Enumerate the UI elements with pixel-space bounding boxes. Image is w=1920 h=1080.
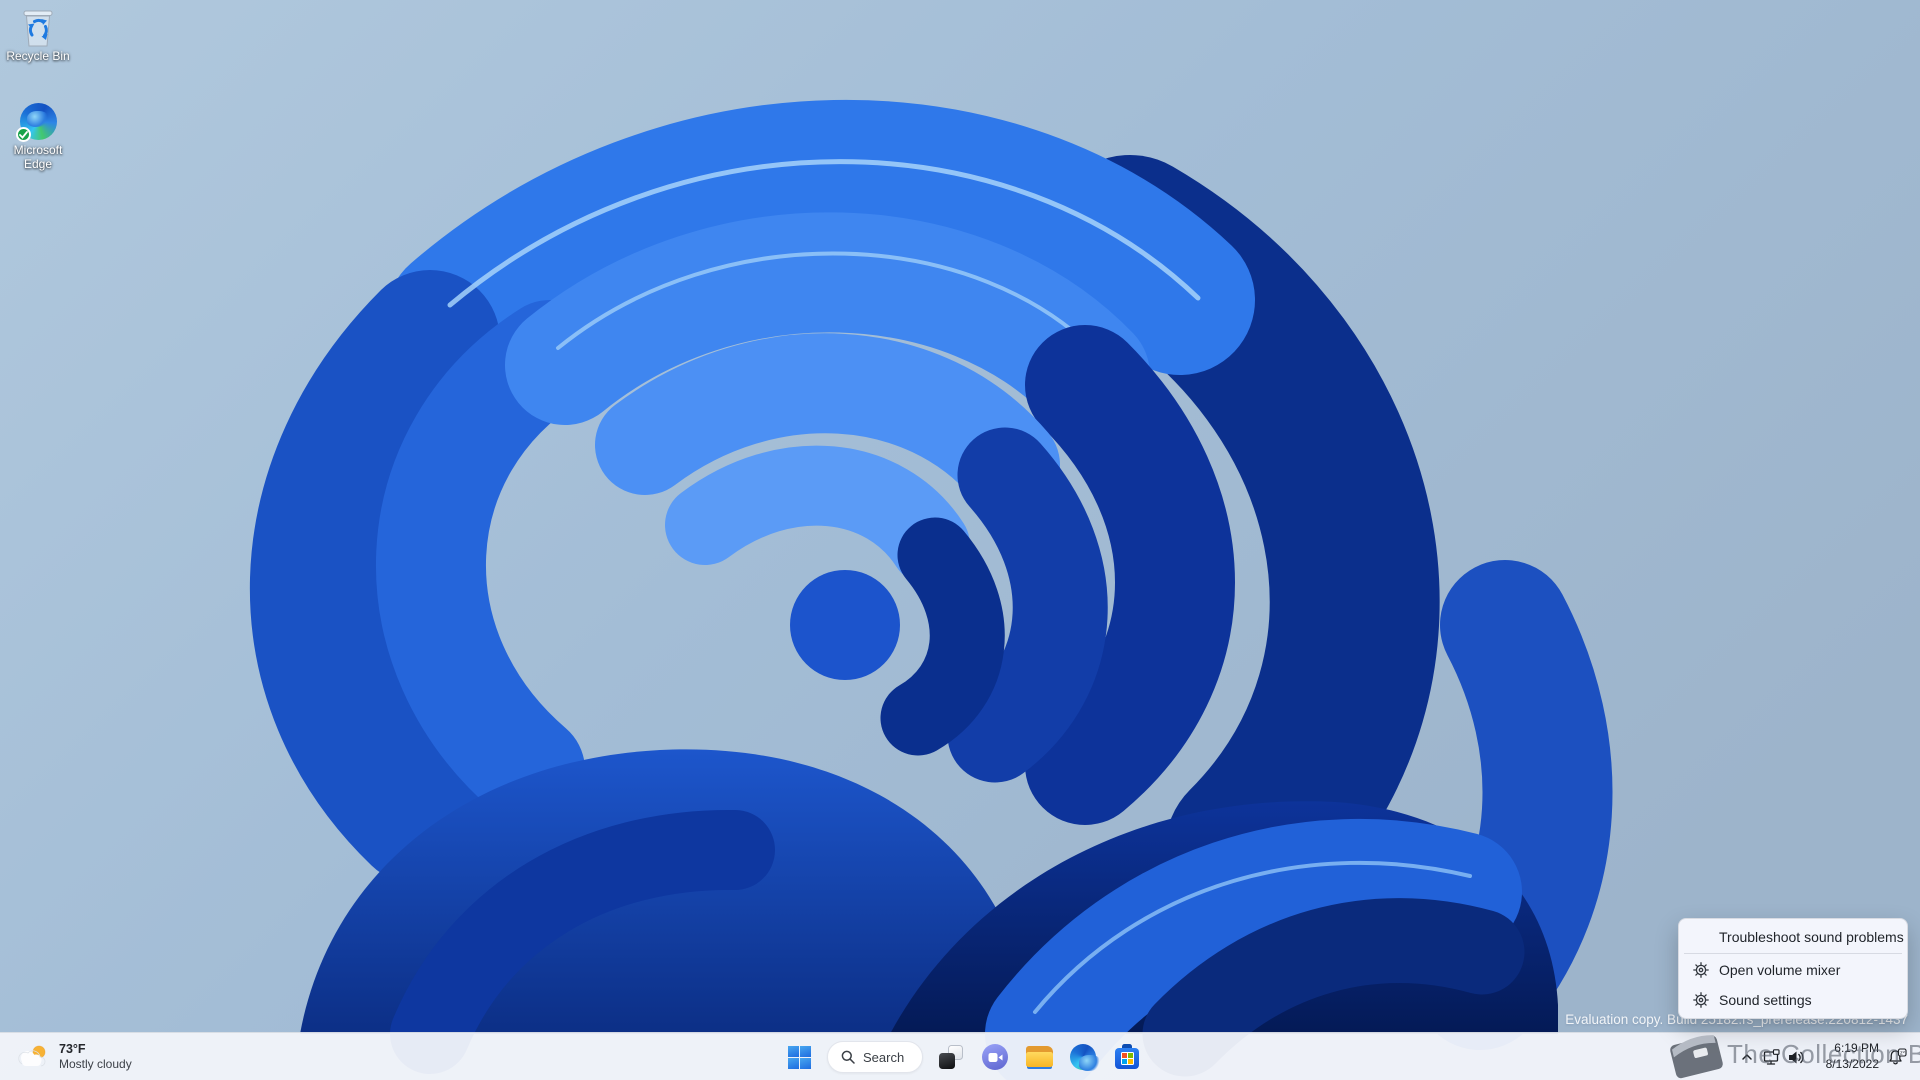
sound-context-menu: Troubleshoot sound problems Open volume … — [1678, 918, 1908, 1019]
menu-item-label: Sound settings — [1719, 992, 1812, 1008]
microsoft-store-button[interactable] — [1107, 1037, 1147, 1077]
task-view-icon — [939, 1045, 963, 1069]
task-view-button[interactable] — [931, 1037, 971, 1077]
chevron-up-icon — [1742, 1054, 1752, 1060]
desktop-icon-recycle-bin[interactable]: Recycle Bin — [0, 6, 76, 64]
search-icon — [841, 1050, 855, 1064]
file-explorer-icon — [1025, 1045, 1053, 1069]
tray-time: 6:19 PM — [1834, 1041, 1879, 1056]
search-label: Search — [863, 1049, 905, 1065]
menu-item-label: Troubleshoot sound problems — [1719, 929, 1904, 945]
tray-date: 8/13/2022 — [1825, 1057, 1879, 1071]
system-tray: 6:19 PM 8/13/2022 z z — [1735, 1033, 1910, 1080]
svg-text:z: z — [1903, 1050, 1905, 1054]
edge-icon — [16, 100, 58, 142]
desktop-icon-label: Microsoft Edge — [13, 143, 63, 171]
menu-item-sound-settings[interactable]: Sound settings — [1682, 985, 1904, 1015]
search-box[interactable]: Search — [827, 1041, 923, 1073]
weather-condition: Mostly cloudy — [59, 1057, 132, 1072]
volume-icon — [1789, 1051, 1804, 1063]
windows-start-icon — [787, 1045, 811, 1069]
menu-divider — [1684, 953, 1902, 954]
chat-camera-icon — [982, 1044, 1008, 1070]
menu-item-label: Open volume mixer — [1719, 962, 1841, 978]
recycle-bin-icon — [18, 6, 58, 48]
do-not-disturb-bell-icon: z z — [1889, 1047, 1907, 1064]
sun-behind-cloud-icon — [18, 1045, 46, 1067]
widgets-weather-button[interactable]: 73°F Mostly cloudy — [4, 1033, 144, 1080]
taskbar: 73°F Mostly cloudy Search 6:19 PM 8/13/2… — [0, 1032, 1920, 1080]
clock[interactable]: 6:19 PM 8/13/2022 — [1821, 1038, 1881, 1075]
network-volume-button[interactable] — [1759, 1037, 1809, 1077]
green-check-badge — [16, 127, 31, 142]
edge-button[interactable] — [1063, 1037, 1103, 1077]
start-button[interactable] — [779, 1037, 819, 1077]
gear-icon — [1693, 992, 1709, 1008]
file-explorer-button[interactable] — [1019, 1037, 1059, 1077]
microsoft-store-icon — [1114, 1044, 1140, 1070]
gear-icon — [1693, 962, 1709, 978]
menu-item-open-volume-mixer[interactable]: Open volume mixer — [1682, 955, 1904, 985]
weather-temperature: 73°F — [59, 1042, 86, 1057]
chat-button[interactable] — [975, 1037, 1015, 1077]
hidden-icons-button[interactable] — [1735, 1037, 1759, 1077]
edge-icon — [1070, 1044, 1101, 1071]
network-icon — [1763, 1048, 1780, 1065]
menu-item-troubleshoot-sound[interactable]: Troubleshoot sound problems — [1682, 922, 1904, 952]
taskbar-center-apps: Search — [779, 1037, 1147, 1077]
desktop-wallpaper — [0, 0, 1920, 1080]
desktop-icon-label: Recycle Bin — [6, 49, 70, 63]
desktop-icon-microsoft-edge[interactable]: Microsoft Edge — [0, 100, 76, 172]
notification-center-button[interactable]: z z — [1884, 1037, 1910, 1077]
